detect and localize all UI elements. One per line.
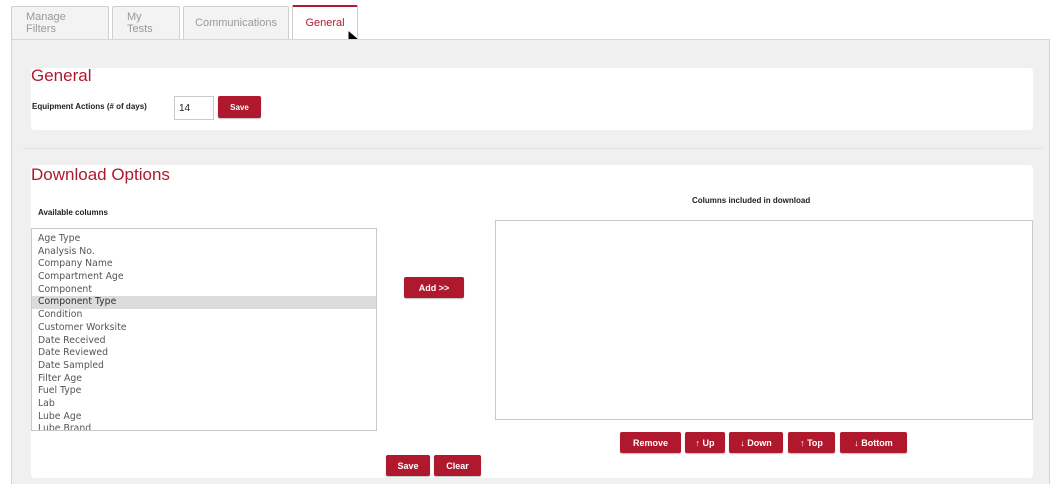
list-item[interactable]: Date Reviewed (32, 347, 376, 360)
move-top-button[interactable]: ↑ Top (788, 432, 835, 453)
list-item[interactable]: Component Type (32, 296, 376, 310)
available-columns-label: Available columns (38, 208, 108, 217)
list-item[interactable]: Component (32, 284, 376, 297)
download-options-section: Download Options Available columns Colum… (31, 165, 1033, 478)
tab-bar: Manage Filters My Tests Communications G… (11, 5, 361, 40)
remove-button[interactable]: Remove (620, 432, 681, 453)
general-title: General (31, 66, 92, 85)
equipment-actions-label: Equipment Actions (# of days) (32, 102, 147, 111)
download-save-button[interactable]: Save (386, 455, 430, 476)
list-item[interactable]: Company Name (32, 258, 376, 271)
list-item[interactable]: Customer Worksite (32, 322, 376, 335)
clear-button[interactable]: Clear (434, 455, 481, 476)
tab-manage-filters[interactable]: Manage Filters (11, 6, 109, 39)
general-save-button[interactable]: Save (218, 96, 261, 118)
list-item[interactable]: Filter Age (32, 373, 376, 386)
list-item[interactable]: Lab (32, 398, 376, 411)
download-title: Download Options (31, 165, 170, 184)
days-input[interactable] (174, 96, 214, 120)
included-columns-list[interactable] (495, 220, 1033, 420)
list-item[interactable]: Lube Brand (32, 423, 376, 430)
included-columns-label: Columns included in download (692, 196, 811, 205)
settings-panel: General Equipment Actions (# of days) Sa… (11, 39, 1050, 484)
list-item[interactable]: Compartment Age (32, 271, 376, 284)
move-down-button[interactable]: ↓ Down (729, 432, 783, 453)
tab-communications[interactable]: Communications (183, 6, 289, 39)
list-item[interactable]: Lube Age (32, 411, 376, 424)
move-bottom-button[interactable]: ↓ Bottom (840, 432, 907, 453)
list-item[interactable]: Fuel Type (32, 385, 376, 398)
list-item[interactable]: Date Sampled (32, 360, 376, 373)
add-button[interactable]: Add >> (404, 277, 464, 298)
list-item[interactable]: Condition (32, 309, 376, 322)
available-columns-list[interactable]: Age Type Analysis No. Company Name Compartm… (31, 228, 377, 431)
list-item[interactable]: Date Received (32, 335, 376, 348)
list-item[interactable]: Age Type (32, 233, 376, 246)
tab-my-tests[interactable]: My Tests (112, 6, 180, 39)
general-section: General Equipment Actions (# of days) Sa… (31, 66, 1033, 130)
list-item[interactable]: Analysis No. (32, 246, 376, 259)
section-divider (23, 148, 1043, 149)
move-up-button[interactable]: ↑ Up (685, 432, 725, 453)
